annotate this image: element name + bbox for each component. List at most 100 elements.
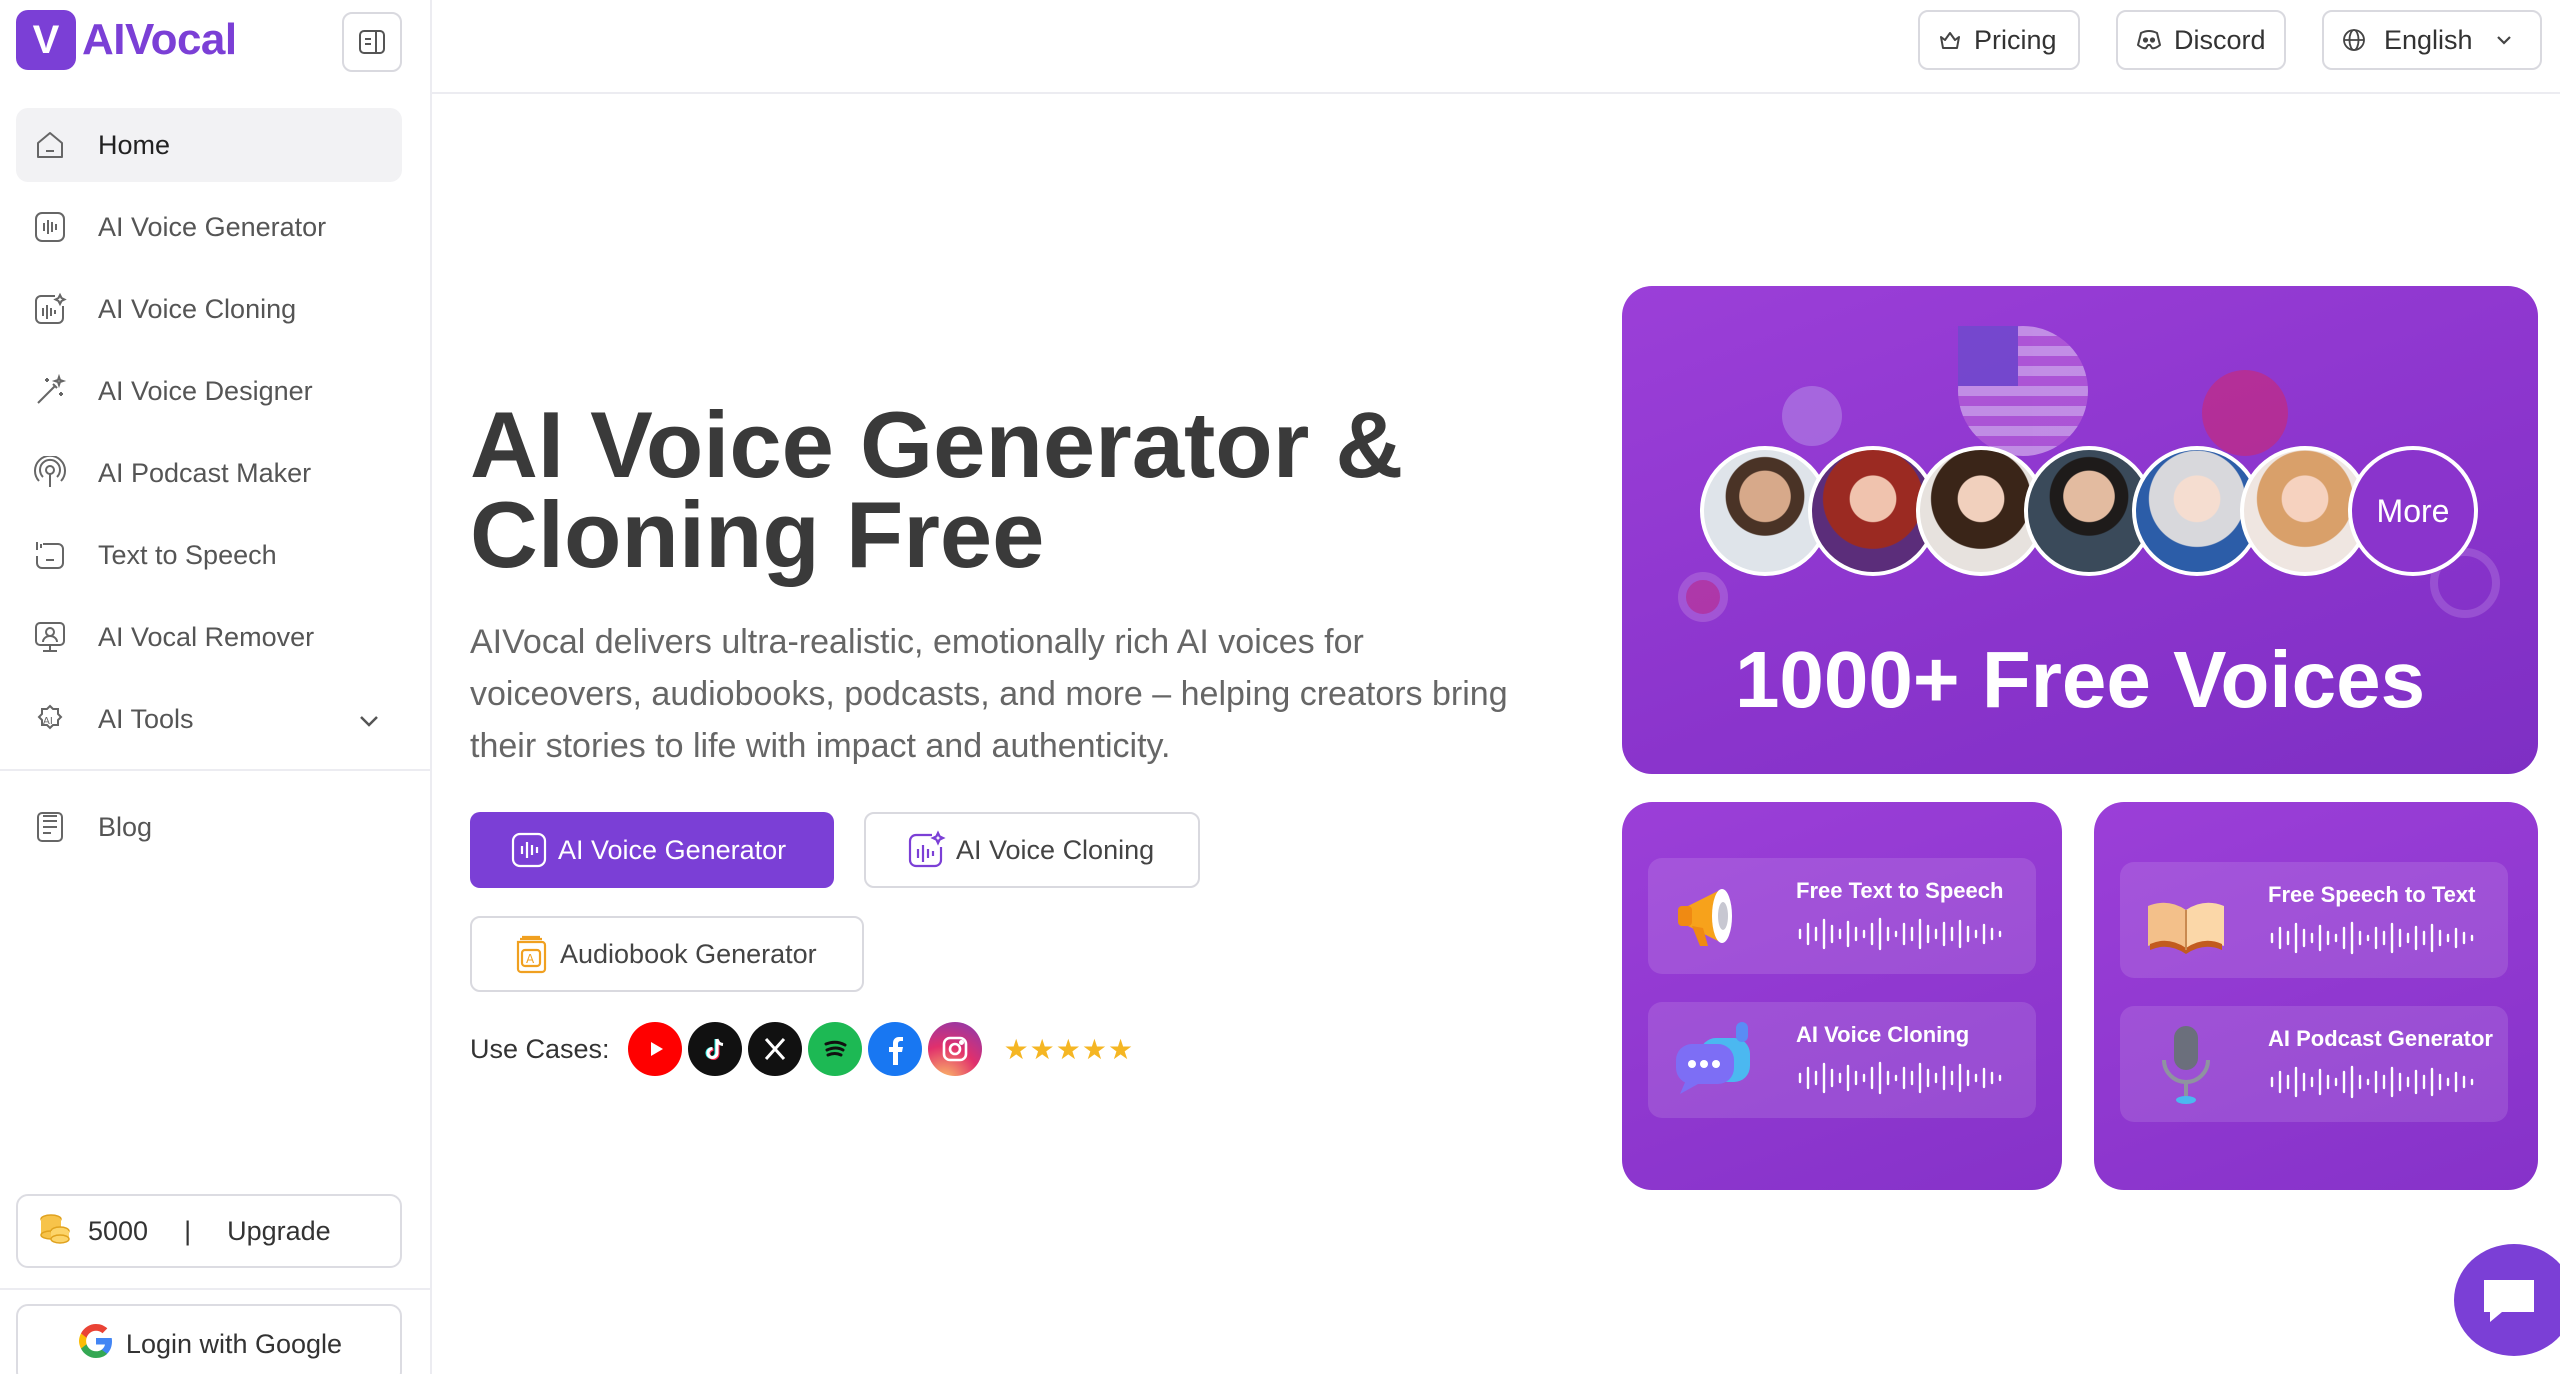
login-label: Login with Google <box>125 1328 343 1359</box>
desc-line-3: their stories to life with impact and au… <box>470 727 1171 765</box>
blog-icon <box>32 809 68 845</box>
chat-bubbles-icon <box>1676 1022 1750 1094</box>
sidebar-item-label: AI Voice Designer <box>98 375 313 406</box>
language-selector[interactable]: English <box>2322 10 2542 70</box>
ai-podcast-generator-card[interactable]: AI Podcast Generator <box>2120 1006 2508 1122</box>
sidebar-item-ai-voice-generator[interactable]: AI Voice Generator <box>16 190 402 264</box>
sidebar-item-ai-tools[interactable]: AI AI Tools <box>16 682 402 756</box>
sidebar-item-ai-podcast-maker[interactable]: AI Podcast Maker <box>16 436 402 510</box>
free-voices-banner[interactable]: More 1000+ Free Voices <box>1622 286 2538 774</box>
youtube-icon[interactable] <box>627 1022 682 1076</box>
podcast-icon <box>32 455 68 491</box>
logo-mark: V <box>16 10 76 70</box>
waveform-graphic <box>2270 921 2474 955</box>
instagram-icon[interactable] <box>927 1022 982 1076</box>
waveform-icon <box>511 832 547 868</box>
rating-stars: ★★★★★ <box>1003 1033 1135 1065</box>
upgrade-link[interactable]: Upgrade <box>227 1216 331 1247</box>
top-bar: Pricing Discord English <box>432 0 2560 94</box>
microphone-icon <box>2162 1026 2210 1104</box>
pricing-button[interactable]: Pricing <box>1918 10 2080 70</box>
ai-voice-cloning-button[interactable]: AI Voice Cloning <box>864 812 1200 888</box>
spotify-icon[interactable] <box>807 1022 862 1076</box>
svg-text:A: A <box>526 952 535 966</box>
decor-circle <box>1678 572 1728 622</box>
page-title: AI Voice Generator & Cloning Free <box>470 398 1570 582</box>
sidebar-item-label: AI Voice Cloning <box>98 293 297 324</box>
desc-line-2: voiceovers, audiobooks, podcasts, and mo… <box>470 675 1508 713</box>
megaphone-icon <box>1678 889 1732 946</box>
coins-icon <box>38 1211 72 1252</box>
ai-voice-generator-label: AI Voice Generator <box>558 834 787 865</box>
audiobook-icon: A <box>516 935 547 974</box>
sidebar-collapse-button[interactable] <box>342 12 402 72</box>
feature-title: Free Speech to Text <box>2268 882 2476 907</box>
sidebar-item-text-to-speech[interactable]: Text to Speech <box>16 518 402 592</box>
voice-clone-icon <box>32 291 68 327</box>
facebook-icon[interactable] <box>867 1022 922 1076</box>
sidebar: V AIVocal Home AI Voice Generator AI Voi… <box>0 0 432 1374</box>
sidebar-toggle-icon <box>359 30 385 54</box>
magic-wand-icon <box>32 373 68 409</box>
flag-icon <box>1782 386 1842 446</box>
discord-button[interactable]: Discord <box>2116 10 2286 70</box>
china-flag-icon <box>2202 370 2288 456</box>
google-icon <box>76 1321 116 1368</box>
feature-title: AI Voice Cloning <box>1796 1022 1970 1047</box>
credits-separator: | <box>184 1215 192 1246</box>
x-icon[interactable] <box>747 1022 802 1076</box>
support-chat-button[interactable] <box>2454 1244 2560 1356</box>
globe-icon <box>2343 29 2365 51</box>
use-cases-label: Use Cases: <box>470 1033 610 1064</box>
logo[interactable]: V AIVocal <box>16 10 237 70</box>
sidebar-item-label: Text to Speech <box>98 539 277 570</box>
waveform-graphic <box>1798 917 2002 951</box>
waveform-graphic <box>2270 1065 2474 1099</box>
vocal-remover-icon <box>32 619 68 655</box>
waveform-graphic <box>1798 1061 2002 1095</box>
logo-text: AIVocal <box>82 15 237 64</box>
voice-clone-icon <box>908 830 946 868</box>
open-book-icon <box>2148 902 2224 954</box>
login-with-google-button[interactable]: Login with Google <box>16 1304 402 1374</box>
audiobook-generator-label: Audiobook Generator <box>560 938 817 969</box>
sidebar-nav: Home AI Voice Generator AI Voice Cloning… <box>16 108 402 764</box>
sidebar-item-label: AI Voice Generator <box>98 211 327 242</box>
feature-panel-left: Free Text to Speech AI Voice Cloning <box>1622 802 2062 1190</box>
crown-icon <box>1940 32 1960 49</box>
ai-voice-cloning-label: AI Voice Cloning <box>956 834 1155 865</box>
chevron-down-icon <box>2496 36 2511 45</box>
waveform-icon <box>32 209 68 245</box>
ai-tools-icon: AI <box>32 701 68 737</box>
sidebar-item-ai-voice-designer[interactable]: AI Voice Designer <box>16 354 402 428</box>
credits-amount: 5000 <box>88 1215 149 1246</box>
sidebar-item-label: AI Vocal Remover <box>98 621 315 652</box>
desc-line-1: AIVocal delivers ultra-realistic, emotio… <box>470 623 1364 661</box>
sidebar-item-label: AI Podcast Maker <box>98 457 312 488</box>
feature-panel-right: Free Speech to Text AI Podcast Generator <box>2094 802 2538 1190</box>
free-speech-to-text-card[interactable]: Free Speech to Text <box>2120 862 2508 978</box>
use-cases-row: Use Cases: ★★★★★ <box>470 1022 1134 1076</box>
more-voices-button[interactable]: More <box>2348 446 2478 576</box>
home-icon <box>32 127 68 163</box>
audiobook-generator-button[interactable]: A Audiobook Generator <box>470 916 864 992</box>
free-text-to-speech-card[interactable]: Free Text to Speech <box>1648 858 2036 974</box>
sidebar-item-home[interactable]: Home <box>16 108 402 182</box>
text-speech-icon <box>32 537 68 573</box>
sidebar-item-ai-vocal-remover[interactable]: AI Vocal Remover <box>16 600 402 674</box>
discord-icon <box>2137 30 2161 50</box>
tiktok-icon[interactable] <box>687 1022 742 1076</box>
sidebar-item-label: Blog <box>98 811 153 842</box>
chevron-down-icon <box>358 704 380 735</box>
ai-voice-generator-button[interactable]: AI Voice Generator <box>470 812 834 888</box>
pricing-label: Pricing <box>1974 24 2057 55</box>
title-line-2: Cloning Free <box>470 482 1045 587</box>
credits-bar: 5000 | Upgrade <box>16 1194 402 1268</box>
sidebar-item-label: Home <box>98 129 171 160</box>
ai-voice-cloning-card[interactable]: AI Voice Cloning <box>1648 1002 2036 1118</box>
more-label: More <box>2376 492 2450 529</box>
sidebar-item-blog[interactable]: Blog <box>16 790 402 864</box>
sidebar-item-ai-voice-cloning[interactable]: AI Voice Cloning <box>16 272 402 346</box>
sidebar-footer-divider <box>0 1288 432 1290</box>
sidebar-divider <box>0 769 432 771</box>
